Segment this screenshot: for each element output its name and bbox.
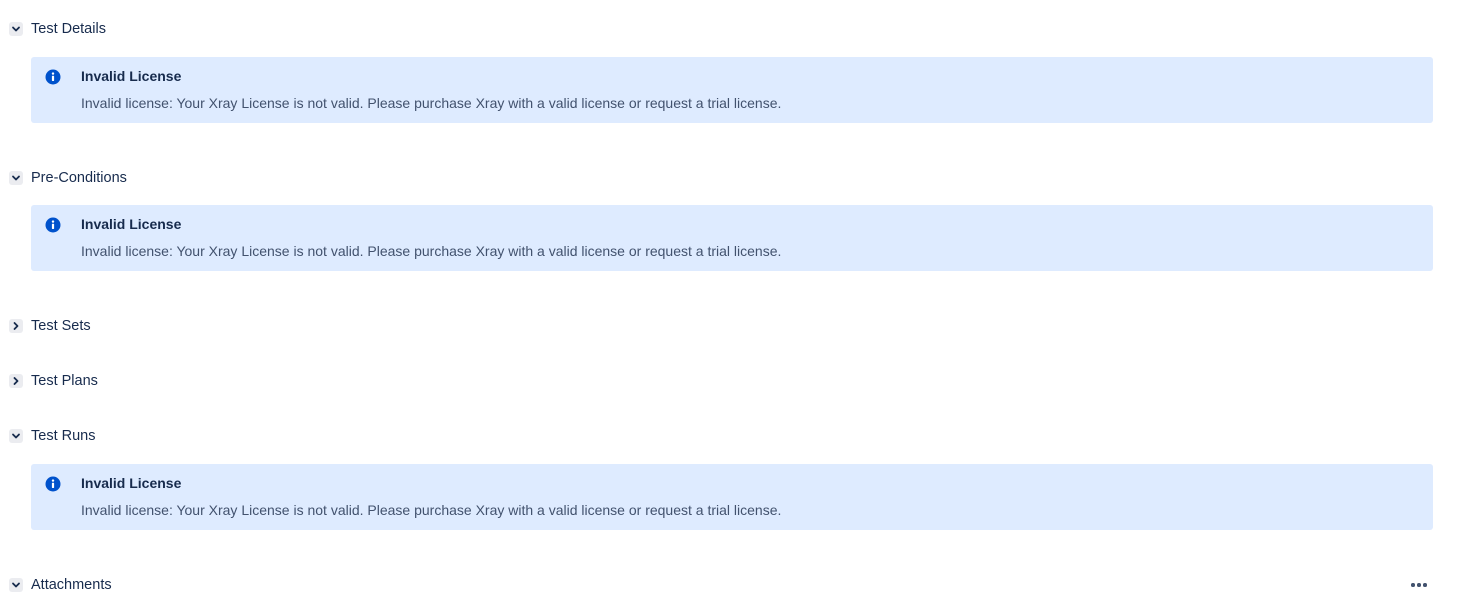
banner-message: Invalid license: Your Xray License is no… (81, 95, 782, 111)
section-title: Pre-Conditions (31, 170, 127, 186)
banner-message: Invalid license: Your Xray License is no… (81, 243, 782, 259)
section-title: Test Runs (31, 428, 96, 444)
issue-sections-panel: Test Details Invalid License Invalid lic… (0, 0, 1465, 595)
more-dot (1417, 583, 1421, 587)
chevron-down-icon[interactable] (9, 171, 23, 185)
chevron-down-icon[interactable] (9, 429, 23, 443)
chevron-right-icon[interactable] (9, 374, 23, 388)
banner-title: Invalid License (81, 68, 182, 84)
section-header-test-sets[interactable]: Test Sets (9, 316, 91, 336)
section-header-pre-conditions[interactable]: Pre-Conditions (9, 168, 127, 188)
section-header-test-details[interactable]: Test Details (9, 19, 106, 39)
section-header-test-plans[interactable]: Test Plans (9, 371, 98, 391)
chevron-down-icon[interactable] (9, 578, 23, 592)
chevron-down-icon[interactable] (9, 22, 23, 36)
invalid-license-banner: Invalid License Invalid license: Your Xr… (31, 464, 1433, 530)
banner-message: Invalid license: Your Xray License is no… (81, 502, 782, 518)
banner-title: Invalid License (81, 475, 182, 491)
banner-title: Invalid License (81, 216, 182, 232)
chevron-right-icon[interactable] (9, 319, 23, 333)
more-dot (1423, 583, 1427, 587)
info-icon (45, 69, 61, 85)
section-title: Attachments (31, 577, 112, 593)
more-dot (1411, 583, 1415, 587)
info-icon (45, 476, 61, 492)
invalid-license-banner: Invalid License Invalid license: Your Xr… (31, 205, 1433, 271)
section-header-attachments[interactable]: Attachments (9, 575, 112, 595)
more-icon[interactable] (1406, 576, 1432, 594)
info-icon (45, 217, 61, 233)
section-title: Test Plans (31, 373, 98, 389)
section-title: Test Sets (31, 318, 91, 334)
section-title: Test Details (31, 21, 106, 37)
invalid-license-banner: Invalid License Invalid license: Your Xr… (31, 57, 1433, 123)
section-header-test-runs[interactable]: Test Runs (9, 426, 95, 446)
